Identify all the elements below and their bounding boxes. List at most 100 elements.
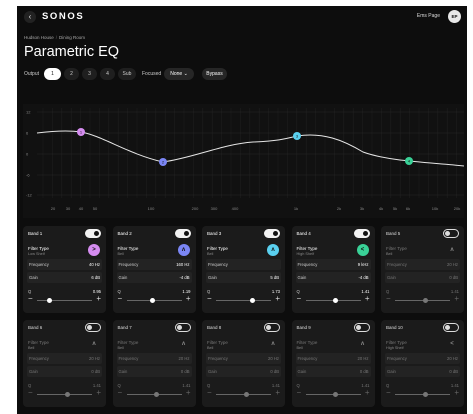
q-increase-button[interactable]: + [454, 294, 459, 303]
q-increase-button[interactable]: + [365, 388, 370, 397]
q-slider[interactable] [126, 298, 182, 303]
q-slider[interactable] [37, 392, 92, 397]
bell-icon[interactable]: ʌ [267, 338, 279, 350]
q-decrease-button[interactable]: − [28, 294, 33, 303]
gain-label: Gain [118, 275, 128, 280]
bell-icon[interactable]: ʌ [178, 338, 190, 350]
gain-row[interactable]: Gain 0 dB [116, 366, 192, 377]
bell-icon[interactable]: ʌ [357, 338, 369, 350]
q-decrease-button[interactable]: − [386, 294, 391, 303]
bell-icon[interactable]: ʌ [177, 244, 190, 256]
back-arrow-icon[interactable]: ‹ [24, 11, 36, 23]
q-increase-button[interactable]: + [186, 294, 191, 303]
high-shelf-icon[interactable]: < [446, 338, 458, 350]
gain-row[interactable]: Gain 6 dB [27, 272, 102, 283]
band-enable-toggle[interactable] [264, 229, 280, 238]
output-tab-sub[interactable]: Sub [118, 68, 136, 80]
bell-icon[interactable]: ʌ [446, 244, 458, 256]
gain-row[interactable]: Gain 0 dB [27, 366, 102, 377]
frequency-row[interactable]: Frequency 20 Hz [385, 259, 460, 270]
frequency-row[interactable]: Frequency 20 Hz [116, 353, 192, 364]
toggle-knob [176, 325, 182, 330]
breadcrumb-item[interactable]: Dining Room [59, 35, 85, 40]
q-increase-button[interactable]: + [275, 388, 280, 397]
gain-row[interactable]: Gain -4 dB [295, 272, 371, 283]
q-slider-thumb[interactable] [333, 298, 338, 303]
q-slider-thumb[interactable] [149, 298, 155, 303]
filter-type-value: High Shelf [296, 252, 315, 256]
q-slider-thumb[interactable] [422, 298, 428, 303]
q-slider-thumb[interactable] [422, 392, 428, 397]
q-slider[interactable] [216, 298, 271, 303]
focused-dropdown[interactable]: None ⌄ [164, 68, 194, 80]
avatar[interactable]: EP [448, 10, 461, 23]
frequency-value: 20 Hz [357, 356, 369, 361]
frequency-row[interactable]: Frequency 20 Hz [206, 353, 281, 364]
frequency-row[interactable]: Frequency 160 Hz [116, 259, 192, 270]
gain-row[interactable]: Gain 0 dB [206, 366, 281, 377]
output-tab-2[interactable]: 2 [64, 68, 79, 80]
frequency-row[interactable]: Frequency 20 Hz [385, 353, 460, 364]
band-enable-toggle[interactable] [443, 229, 459, 238]
q-slider-thumb[interactable] [46, 298, 52, 303]
band-enable-toggle[interactable] [174, 323, 191, 332]
high-shelf-icon[interactable]: < [356, 244, 369, 256]
bell-icon[interactable]: ʌ [267, 244, 279, 256]
q-decrease-button[interactable]: − [297, 388, 302, 397]
q-decrease-button[interactable]: − [118, 388, 123, 397]
low-shelf-icon[interactable]: > [88, 244, 100, 256]
q-slider[interactable] [305, 392, 361, 397]
q-decrease-button[interactable]: − [207, 388, 212, 397]
band-enable-toggle[interactable] [85, 323, 101, 332]
q-slider-thumb[interactable] [243, 392, 249, 397]
breadcrumb-item[interactable]: Hudson House [24, 35, 54, 40]
q-decrease-button[interactable]: − [28, 388, 33, 397]
q-increase-button[interactable]: + [365, 294, 370, 303]
q-slider-thumb[interactable] [333, 392, 338, 397]
bypass-button[interactable]: Bypass [202, 68, 227, 80]
frequency-tick-label: 100 [148, 206, 155, 211]
q-increase-button[interactable]: + [275, 294, 280, 303]
frequency-row[interactable]: Frequency [206, 259, 281, 270]
frequency-tick-label: 200 [192, 206, 199, 211]
q-decrease-button[interactable]: − [297, 294, 302, 303]
output-tab-1[interactable]: 1 [44, 68, 61, 80]
q-decrease-button[interactable]: − [118, 294, 123, 303]
q-slider-thumb[interactable] [64, 392, 70, 397]
q-increase-button[interactable]: + [96, 388, 101, 397]
band-enable-toggle[interactable] [174, 229, 191, 238]
q-slider[interactable] [395, 298, 450, 303]
frequency-row[interactable]: Frequency 20 Hz [295, 353, 371, 364]
output-tab-3[interactable]: 3 [82, 68, 97, 80]
frequency-row[interactable]: Frequency 40 Hz [27, 259, 102, 270]
q-increase-button[interactable]: + [186, 388, 191, 397]
band-enable-toggle[interactable] [264, 323, 280, 332]
band-enable-toggle[interactable] [353, 229, 370, 238]
band-enable-toggle[interactable] [443, 323, 459, 332]
gain-row[interactable]: Gain 0 dB [295, 366, 371, 377]
gain-row[interactable]: Gain 0 dB [385, 366, 460, 377]
band-enable-toggle[interactable] [85, 229, 101, 238]
band-enable-toggle[interactable] [353, 323, 370, 332]
q-slider-thumb[interactable] [154, 392, 159, 397]
gain-row[interactable]: Gain -4 dB [116, 272, 192, 283]
band-card-1: Band 1 Filter Type Low Shelf > Frequency 40 H… [23, 226, 106, 313]
frequency-row[interactable]: Frequency 9 kHz [295, 259, 371, 270]
q-slider-thumb[interactable] [250, 298, 256, 303]
output-tab-4[interactable]: 4 [100, 68, 115, 80]
user-name[interactable]: Ems Page [417, 13, 440, 19]
q-slider[interactable] [216, 392, 271, 397]
bell-icon[interactable]: ʌ [88, 338, 100, 350]
q-slider[interactable] [126, 392, 182, 397]
gain-row[interactable]: Gain 5 dB [206, 272, 281, 283]
q-increase-button[interactable]: + [96, 294, 101, 303]
q-increase-button[interactable]: + [454, 388, 459, 397]
gain-row[interactable]: Gain 0 dB [385, 272, 460, 283]
q-slider[interactable] [305, 298, 361, 303]
q-slider[interactable] [37, 298, 92, 303]
q-slider[interactable] [395, 392, 450, 397]
eq-response-graph[interactable]: 12 6 0 -6 -12 20 30 40 50 100 200 300 400 1k 2k 3k 4k 5k 6… [23, 104, 464, 218]
q-decrease-button[interactable]: − [386, 388, 391, 397]
q-decrease-button[interactable]: − [207, 294, 212, 303]
frequency-row[interactable]: Frequency 20 Hz [27, 353, 102, 364]
